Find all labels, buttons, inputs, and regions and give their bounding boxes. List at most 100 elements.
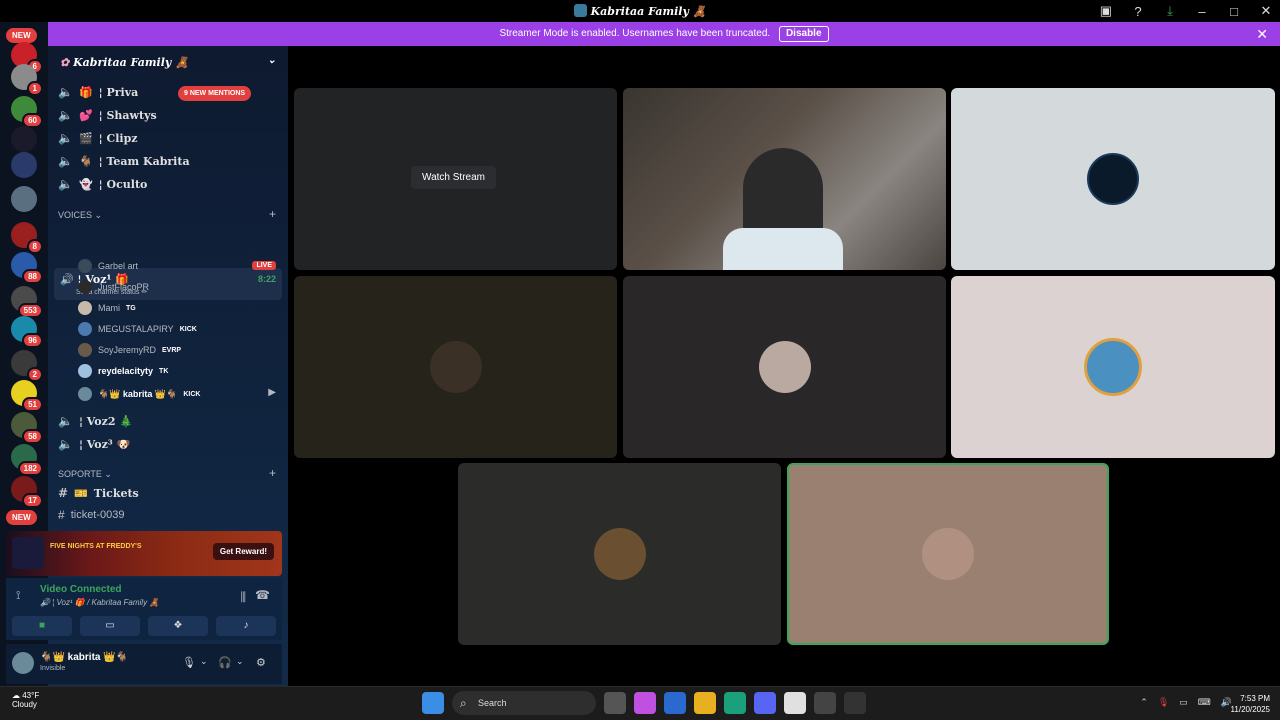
windows-taskbar: ☁ 43°F Cloudy Search ⌃ 🎙 ▭ ⌨ 🔊 7:53 PM 1…: [0, 686, 1280, 720]
server-icon[interactable]: 2: [11, 350, 43, 382]
server-icon[interactable]: 60: [11, 96, 43, 128]
participant-tile[interactable]: [294, 276, 617, 458]
server-icon[interactable]: 553: [11, 286, 43, 318]
unread-badge: 88: [22, 269, 43, 284]
server-icon[interactable]: [11, 126, 37, 152]
server-icon[interactable]: [11, 186, 37, 212]
file-explorer-icon[interactable]: [694, 692, 716, 714]
close-banner-icon[interactable]: ✕: [1256, 22, 1268, 46]
taskbar-clock[interactable]: 7:53 PM 11/20/2025: [1231, 693, 1270, 715]
participant-tile[interactable]: [458, 463, 781, 645]
participant-tile[interactable]: [951, 88, 1275, 270]
chevron-down-icon[interactable]: ⌄: [268, 55, 276, 66]
voice-channel-item[interactable]: 🔈 ¦ Voz2 🎄: [58, 411, 133, 431]
text-channel-item[interactable]: # 🎫 Tickets: [58, 483, 139, 503]
server-icon[interactable]: 51: [11, 380, 43, 412]
outlook-icon[interactable]: [664, 692, 686, 714]
chevron-down-icon[interactable]: ⌄: [236, 656, 244, 667]
download-icon[interactable]: ⤓: [1164, 3, 1176, 19]
participant-tile[interactable]: [951, 276, 1275, 458]
edge-icon[interactable]: [724, 692, 746, 714]
voice-member[interactable]: Garbel art: [78, 257, 138, 275]
stream-tile[interactable]: Watch Stream: [294, 88, 617, 270]
voice-member[interactable]: Mami TG: [78, 299, 136, 317]
avatar: [922, 528, 974, 580]
server-icon[interactable]: 1: [11, 64, 43, 96]
category-support[interactable]: SOPORTE ⌄: [58, 469, 112, 480]
help-icon[interactable]: ?: [1132, 4, 1144, 19]
user-panel: 🐐👑 kabrita 👑🐐 Invisible 🎙 ⌄ 🎧 ⌄ ⚙: [6, 644, 282, 684]
connection-location[interactable]: 🔊 ¦ Voz¹ 🎁 / Kabritaa Family 🧸: [40, 598, 159, 607]
start-icon[interactable]: [422, 692, 444, 714]
add-channel-icon[interactable]: +: [269, 207, 276, 221]
maximize-button[interactable]: □: [1228, 4, 1240, 19]
copilot-icon[interactable]: [634, 692, 656, 714]
disable-streamer-button[interactable]: Disable: [778, 26, 829, 42]
speaking-participant-tile[interactable]: [787, 463, 1109, 645]
server-icon[interactable]: 58: [11, 412, 43, 444]
soundboard-button[interactable]: ♪: [216, 616, 276, 636]
server-icon[interactable]: 88: [11, 252, 43, 284]
chevron-down-icon[interactable]: ⌄: [200, 656, 208, 667]
channel-item[interactable]: 🔈 🎬 ¦ Clipz: [58, 128, 138, 148]
signal-icon[interactable]: ⟟: [16, 588, 20, 603]
chrome-icon[interactable]: [784, 692, 806, 714]
voice-member[interactable]: JustFlacoPR: [78, 278, 149, 296]
noise-suppression-icon[interactable]: ⫼: [240, 590, 246, 605]
server-icon[interactable]: 96: [11, 316, 43, 348]
channel-item[interactable]: 🔈 💕 ¦ Shawtys: [58, 105, 157, 125]
headphones-icon[interactable]: 🎧: [218, 656, 232, 669]
unread-badge: 17: [22, 493, 43, 508]
microphone-icon[interactable]: 🎙: [1158, 697, 1169, 708]
screen-share-button[interactable]: ▭: [80, 616, 140, 636]
server-icon[interactable]: 8: [11, 222, 43, 254]
app-icon[interactable]: [814, 692, 836, 714]
member-name: 🐐👑 kabrita 👑🐐: [98, 388, 178, 399]
server-icon[interactable]: 17: [11, 476, 43, 508]
network-icon[interactable]: ⌨: [1198, 697, 1211, 708]
camera-tile[interactable]: [623, 88, 946, 270]
category-voices[interactable]: VOICES ⌄: [58, 210, 102, 221]
minimize-button[interactable]: –: [1196, 4, 1208, 19]
channel-emoji: 👻: [78, 177, 93, 191]
channel-emoji: 🐐: [78, 154, 93, 168]
text-channel-item[interactable]: # ticket-0039: [58, 505, 125, 525]
voice-member[interactable]: reydelacityty TK: [78, 362, 168, 380]
chevron-up-icon[interactable]: ⌃: [1140, 697, 1148, 708]
voice-member[interactable]: SoyJeremyRD EVRP: [78, 341, 181, 359]
get-reward-button[interactable]: Get Reward!: [212, 543, 274, 560]
microphone-icon[interactable]: 🎙: [182, 656, 196, 669]
voice-channel-item[interactable]: 🔈 ¦ Voz³ 🐶: [58, 434, 130, 454]
new-badge: NEW: [6, 510, 37, 525]
weather-widget[interactable]: ☁ 43°F Cloudy: [12, 691, 39, 709]
channel-item[interactable]: 🔈 🎁 ¦ Priva: [58, 82, 138, 102]
settings-gear-icon[interactable]: ⚙: [256, 656, 266, 669]
voice-member[interactable]: 🐐👑 kabrita 👑🐐 KICK: [78, 385, 200, 403]
avatar[interactable]: [12, 652, 34, 674]
watch-stream-button[interactable]: Watch Stream: [411, 166, 496, 189]
unread-badge: 96: [22, 333, 43, 348]
channel-label: ¦ Voz2 🎄: [78, 414, 134, 428]
avatar: [78, 387, 92, 401]
server-icon[interactable]: 182: [11, 444, 43, 476]
server-icon[interactable]: [11, 152, 37, 178]
discord-icon[interactable]: [754, 692, 776, 714]
voice-member[interactable]: MEGUSTALAPIRY KICK: [78, 320, 197, 338]
epic-games-icon[interactable]: [844, 692, 866, 714]
participant-tile[interactable]: [623, 276, 946, 458]
inbox-icon[interactable]: ▣: [1100, 3, 1112, 19]
new-mentions-badge[interactable]: 9 NEW MENTIONS: [178, 86, 252, 101]
close-window-button[interactable]: ✕: [1260, 3, 1272, 19]
task-view-icon[interactable]: [604, 692, 626, 714]
channel-item[interactable]: 🔈 🐐 ¦ Team Kabrita: [58, 151, 190, 171]
video-grid: Watch Stream: [290, 46, 1280, 686]
camera-button[interactable]: ■: [12, 616, 72, 636]
channel-item[interactable]: 🔈 👻 ¦ Oculto: [58, 174, 147, 194]
activities-button[interactable]: ❖: [148, 616, 208, 636]
disconnect-icon[interactable]: ☎: [255, 588, 270, 602]
guild-header[interactable]: ✿ Kabritaa Family 🧸 ⌄: [48, 46, 288, 80]
display-icon[interactable]: ▭: [1179, 697, 1188, 708]
taskbar-search[interactable]: Search: [452, 691, 596, 715]
channel-label: ticket-0039: [70, 509, 125, 521]
add-channel-icon[interactable]: +: [269, 466, 276, 480]
